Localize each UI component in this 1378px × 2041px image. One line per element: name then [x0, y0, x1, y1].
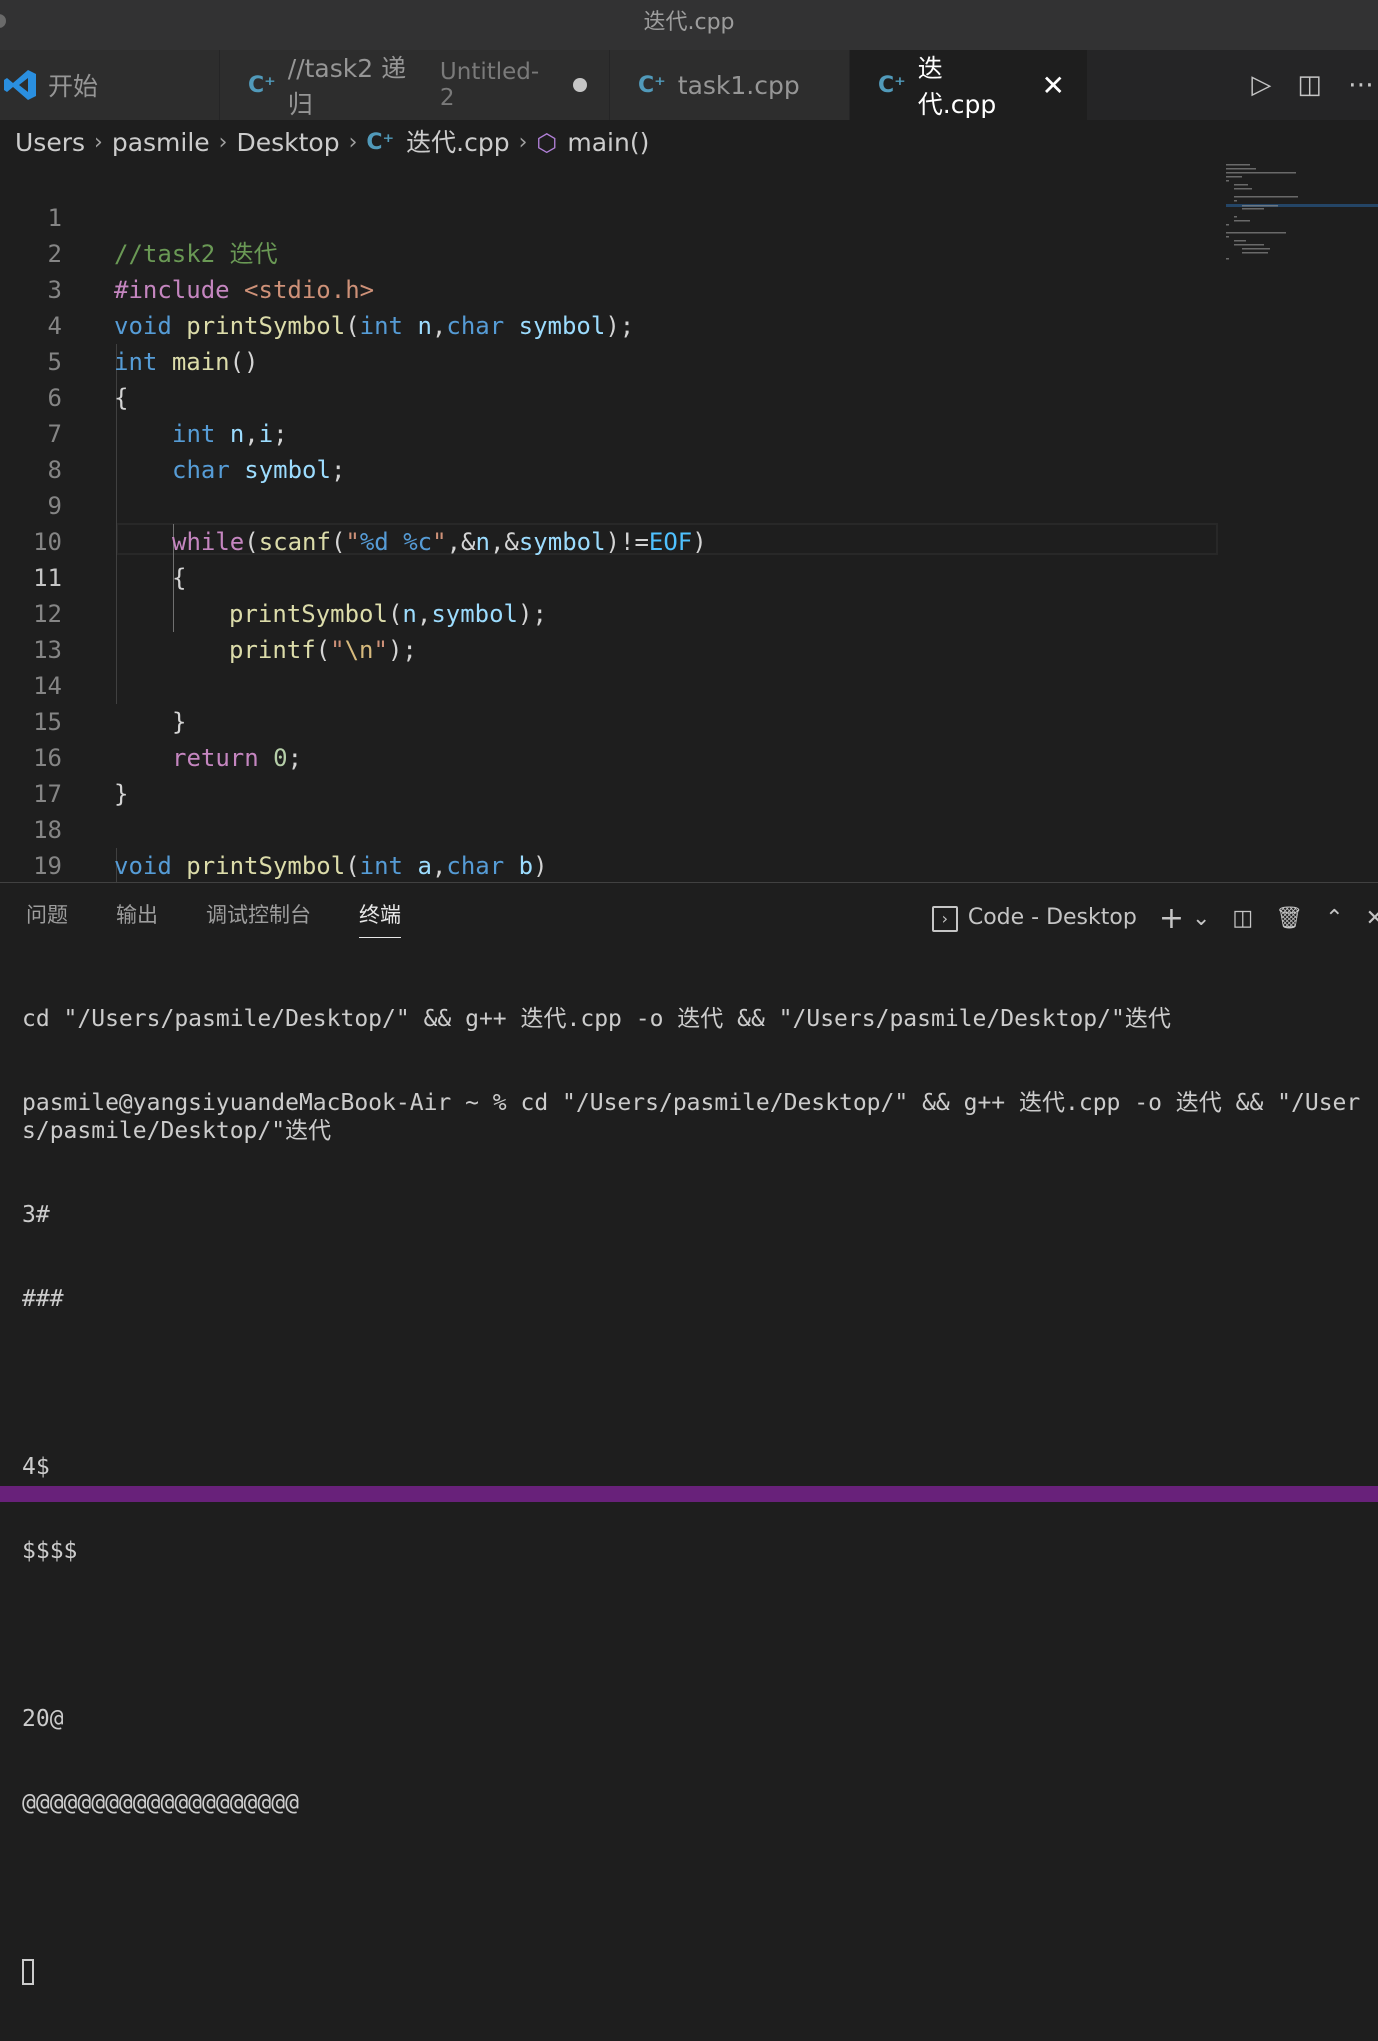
breadcrumb-symbol[interactable]: main() — [567, 120, 649, 166]
tab-label: //task2 递归 — [287, 54, 407, 119]
code-editor[interactable]: 1 //task2 迭代 2 #include <stdio.h> 3 void… — [0, 164, 1378, 882]
code-line: 1 //task2 迭代 — [0, 164, 1378, 268]
trash-icon[interactable]: 🗑 — [1275, 906, 1303, 931]
breadcrumb: Users › pasmile › Desktop › C⁺ 迭代.cpp › … — [15, 120, 649, 166]
tab-output[interactable]: 输出 — [116, 899, 158, 938]
code-line: 6 int n,i; — [0, 344, 1378, 448]
tab-description: Untitled-2 — [439, 59, 540, 111]
terminal-line: 20@ — [22, 1706, 64, 1732]
run-icon[interactable]: ▷ — [1251, 70, 1271, 100]
chevron-right-icon: › — [218, 130, 228, 155]
chevron-right-icon: › — [348, 130, 358, 155]
more-actions-icon[interactable]: ⋯ — [1348, 70, 1374, 100]
vscode-logo-icon — [4, 70, 36, 100]
cpp-file-icon: C⁺ — [638, 72, 666, 98]
status-bar — [0, 1486, 1378, 1502]
tab-problems[interactable]: 问题 — [26, 899, 68, 938]
tab-task1-cpp[interactable]: C⁺ task1.cpp — [610, 50, 850, 120]
tab-label: 开始 — [48, 72, 99, 101]
cpp-file-icon: C⁺ — [366, 130, 395, 155]
code-line: 12 printf("\n"); — [0, 560, 1378, 664]
tab-iteration-cpp[interactable]: C⁺ 迭代.cpp ✕ — [850, 50, 1088, 120]
close-panel-icon[interactable]: ✕ — [1366, 906, 1378, 931]
code-line: 2 #include <stdio.h> — [0, 200, 1378, 304]
code-line: 10 { — [0, 488, 1378, 592]
unsaved-dot-icon[interactable] — [573, 78, 587, 92]
split-terminal-icon[interactable]: ◫ — [1232, 906, 1253, 931]
minimap[interactable] — [1226, 164, 1378, 274]
terminal-line: 4$ — [22, 1454, 50, 1480]
code-line: 16 } — [0, 704, 1378, 808]
split-editor-icon[interactable]: ◫ — [1297, 70, 1322, 100]
code-line: 15 return 0; — [0, 668, 1378, 772]
cpp-file-icon: C⁺ — [878, 72, 906, 98]
breadcrumb-pasmile[interactable]: pasmile — [112, 120, 210, 166]
cpp-file-icon: C⁺ — [248, 72, 276, 98]
chevron-down-icon[interactable]: ⌄ — [1192, 906, 1210, 931]
chevron-right-icon: › — [518, 130, 528, 155]
code-line: 19 { — [0, 812, 1378, 880]
code-line: 9 while(scanf("%d %c",&n,&symbol)!=EOF) — [0, 452, 1378, 556]
window-close-control[interactable] — [0, 14, 6, 28]
tab-label: 迭代.cpp — [917, 54, 997, 119]
code-line: 5 { — [0, 308, 1378, 412]
terminal-name: Code - Desktop — [967, 905, 1137, 930]
terminal-selector[interactable]: › Code - Desktop — [931, 905, 1137, 932]
close-icon[interactable]: ✕ — [1042, 69, 1065, 102]
code-line: 4 int main() — [0, 272, 1378, 376]
editor-actions: ▷ ◫ ⋯ — [1251, 50, 1378, 120]
terminal-line: @@@@@@@@@@@@@@@@@@@@ — [22, 1790, 299, 1816]
title-bar: 迭代.cpp — [0, 0, 1378, 50]
code-line: 17 — [0, 740, 1378, 808]
code-line: 3 void printSymbol(int n,char symbol); — [0, 236, 1378, 340]
tab-welcome[interactable]: 开始 — [0, 50, 220, 120]
breadcrumb-desktop[interactable]: Desktop — [236, 120, 339, 166]
panel-actions: › Code - Desktop + ⌄ ◫ 🗑 ⌃ ✕ — [931, 901, 1378, 936]
panel-tabs: 问题 输出 调试控制台 终端 — [26, 899, 401, 938]
bottom-panel: 问题 输出 调试控制台 终端 › Code - Desktop + ⌄ ◫ 🗑 ⌃… — [0, 882, 1378, 1985]
tab-terminal[interactable]: 终端 — [359, 899, 401, 938]
terminal-line: ### — [22, 1286, 64, 1312]
symbol-method-icon: ⬡ — [536, 129, 558, 157]
terminal-line: pasmile@yangsiyuandeMacBook-Air ~ % cd "… — [22, 1090, 1361, 1144]
tab-untitled-2[interactable]: C⁺ //task2 递归 Untitled-2 — [220, 50, 610, 120]
terminal-cursor-line — [22, 1957, 1372, 1985]
code-line-current: 11 printSymbol(n,symbol); — [0, 524, 1378, 628]
code-line: 13 — [0, 596, 1378, 664]
terminal-line: $$$$ — [22, 1538, 78, 1564]
tab-debug-console[interactable]: 调试控制台 — [206, 899, 311, 938]
breadcrumb-users[interactable]: Users — [15, 120, 85, 166]
code-line: 14 } — [0, 632, 1378, 736]
window-title: 迭代.cpp — [643, 10, 735, 35]
terminal-line: cd "/Users/pasmile/Desktop/" && g++ 迭代.c… — [22, 1006, 1171, 1032]
terminal-line: 3# — [22, 1202, 50, 1228]
maximize-panel-icon[interactable]: ⌃ — [1325, 906, 1343, 931]
terminal-cursor — [22, 1958, 34, 1985]
code-line: 18 void printSymbol(int a,char b) — [0, 776, 1378, 880]
code-line: 20 int i; — [0, 848, 1378, 882]
code-line: 7 char symbol; — [0, 380, 1378, 484]
breadcrumb-file[interactable]: 迭代.cpp — [406, 120, 509, 166]
code-line: 8 — [0, 416, 1378, 484]
tab-label: task1.cpp — [677, 70, 800, 100]
tab-bar: 开始 C⁺ //task2 递归 Untitled-2 C⁺ task1.cpp… — [0, 50, 1378, 120]
chevron-right-icon: › — [94, 130, 103, 155]
new-terminal-icon[interactable]: + — [1159, 901, 1184, 936]
terminal-icon: › — [931, 906, 958, 932]
